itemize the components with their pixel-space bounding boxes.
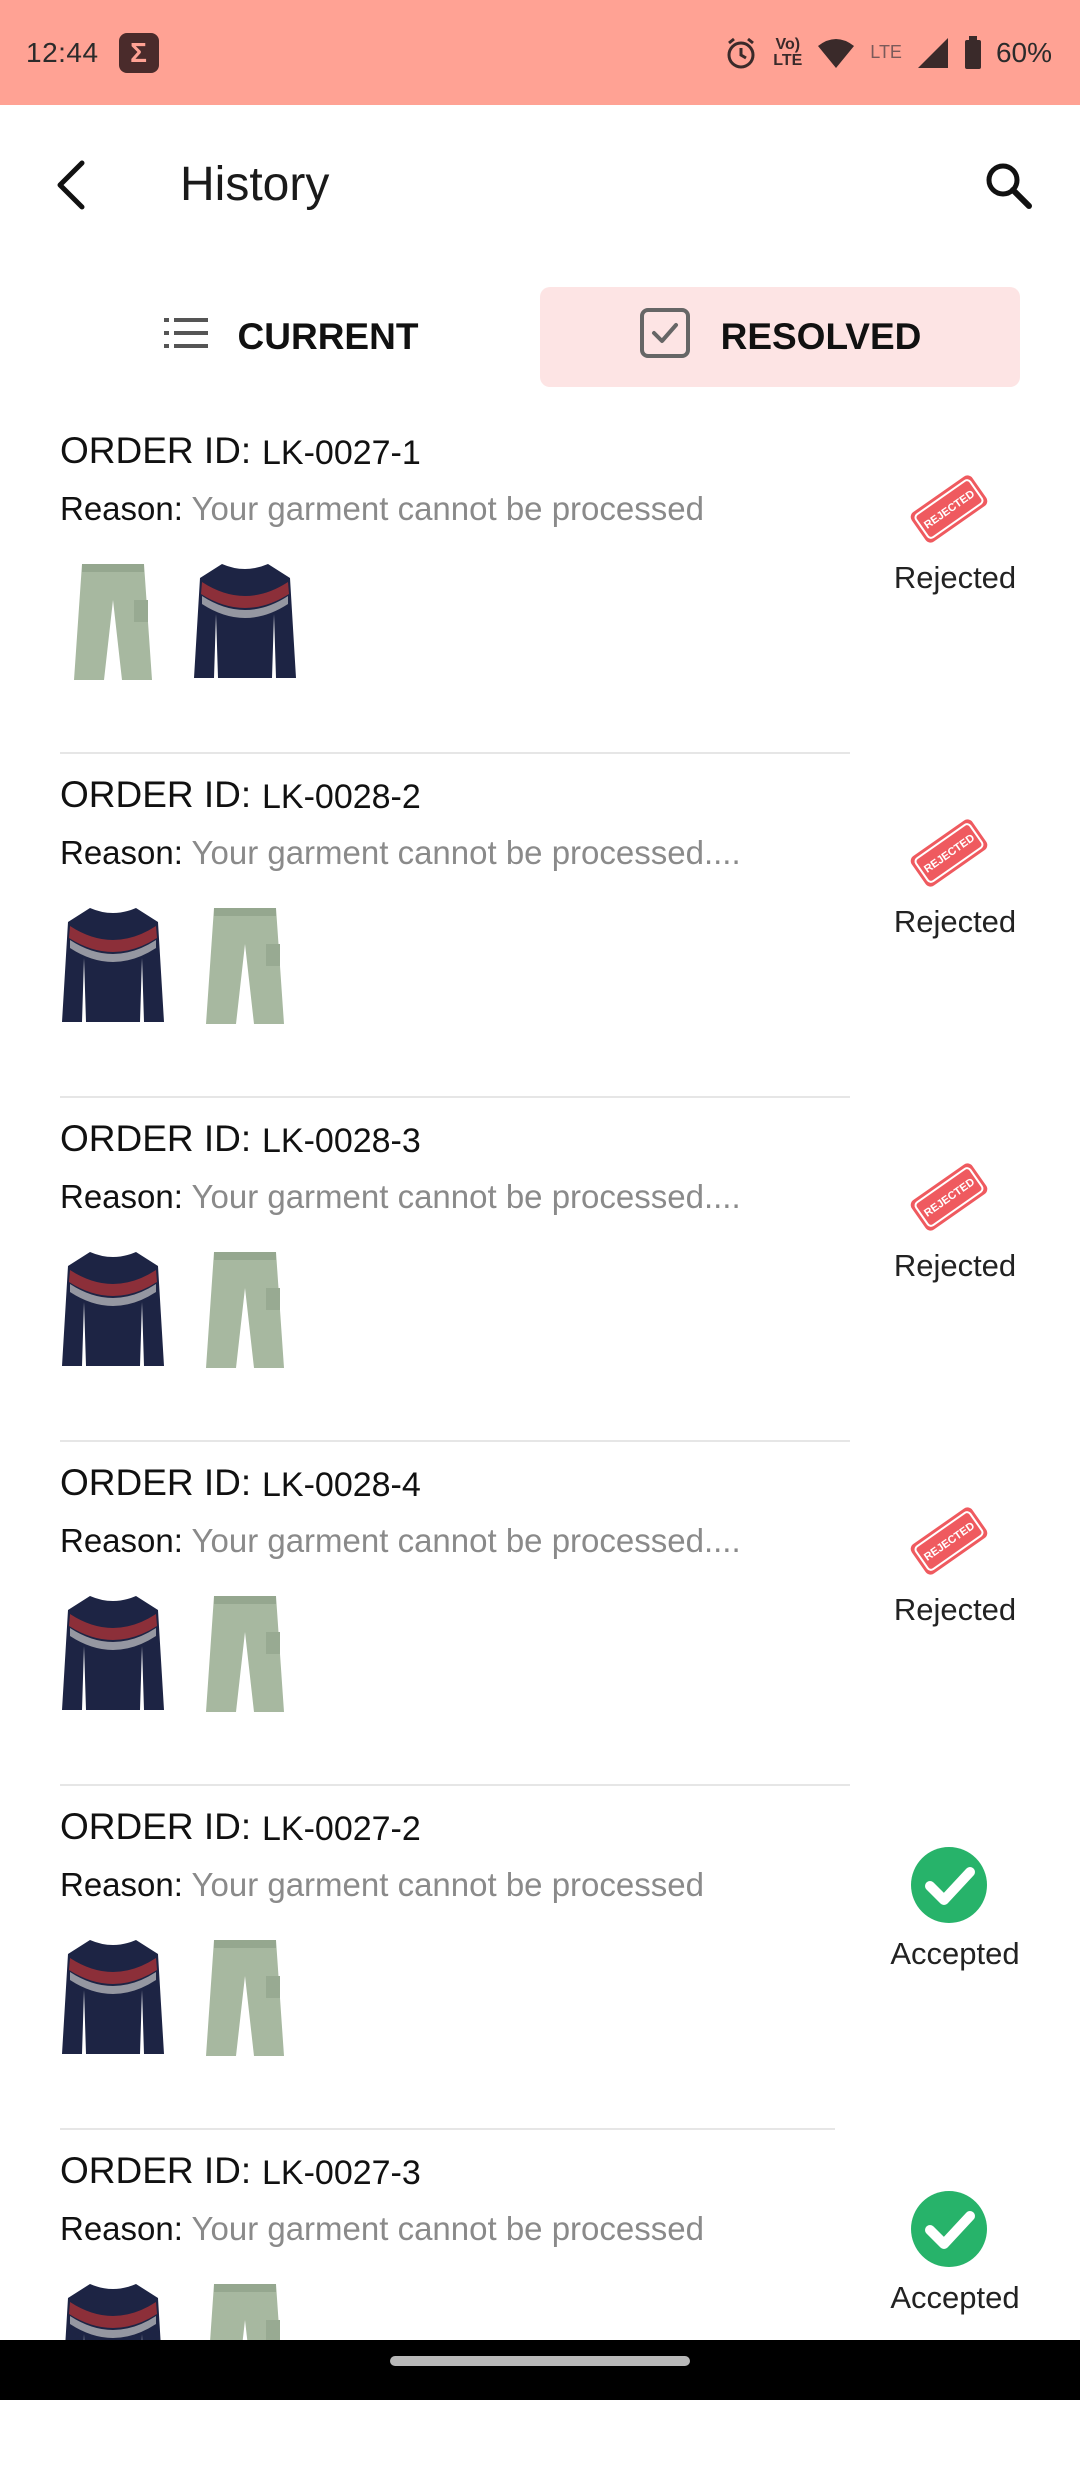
search-button[interactable] <box>978 157 1038 217</box>
pants-thumbnail[interactable] <box>192 904 298 1028</box>
rejected-stamp-icon: REJECTED <box>910 1507 988 1575</box>
pants-thumbnail[interactable] <box>192 1936 298 2060</box>
reason-row: Reason: Your garment cannot be processed… <box>60 1522 741 1560</box>
garment-thumbnails <box>60 1584 298 1716</box>
order-item[interactable]: ORDER ID: LK-0027-2 Reason: Your garment… <box>0 1786 1080 2130</box>
garment-thumbnails <box>60 1928 298 2060</box>
order-id-label: ORDER ID: <box>60 1462 252 1503</box>
rejected-stamp-icon: REJECTED <box>910 475 988 543</box>
order-item[interactable]: ORDER ID: LK-0028-4 Reason: Your garment… <box>0 1442 1080 1786</box>
app-bar: History <box>0 105 1080 265</box>
order-item[interactable]: ORDER ID: LK-0027-1 Reason: Your garment… <box>0 410 1080 754</box>
order-id-label: ORDER ID: <box>60 1806 252 1847</box>
reason-label: Reason: <box>60 490 183 527</box>
reason-text: Your garment cannot be processed.... <box>191 1178 741 1215</box>
status-label: Rejected <box>893 904 1017 939</box>
tab-bar: CURRENT RESOLVED <box>0 287 1080 387</box>
lte-label: LTE <box>870 42 902 62</box>
reason-label: Reason: <box>60 2210 183 2247</box>
order-id-label: ORDER ID: <box>60 1118 252 1159</box>
order-item[interactable]: ORDER ID: LK-0028-3 Reason: Your garment… <box>0 1098 1080 1442</box>
order-status: Accepted <box>860 1806 1050 2006</box>
status-label: Accepted <box>890 1936 1020 1971</box>
order-status: REJECTED Rejected <box>860 1462 1050 1662</box>
order-status: REJECTED Rejected <box>860 774 1050 974</box>
order-item[interactable]: ORDER ID: LK-0027-3 Reason: Your garment… <box>0 2130 1080 2473</box>
volte-icon: Vo) LTE <box>773 35 803 69</box>
order-id-label: ORDER ID: <box>60 2150 252 2191</box>
search-icon <box>982 159 1034 216</box>
order-id-value: LK-0028-2 <box>262 778 421 816</box>
wifi-icon <box>816 36 856 70</box>
back-arrow-icon <box>52 159 92 216</box>
battery-percent: 60% <box>995 36 1052 68</box>
reason-text: Your garment cannot be processed.... <box>191 834 741 871</box>
sweater-thumbnail[interactable] <box>192 560 298 684</box>
status-time: 12:44 <box>26 36 99 68</box>
rejected-stamp-icon: REJECTED <box>910 819 988 887</box>
order-item[interactable]: ORDER ID: LK-0028-2 Reason: Your garment… <box>0 754 1080 1098</box>
order-status: REJECTED Rejected <box>860 430 1050 630</box>
status-label: Rejected <box>893 560 1017 595</box>
rejected-stamp-icon: REJECTED <box>910 1163 988 1231</box>
page-title: History <box>180 158 330 211</box>
alarm-icon <box>723 35 759 71</box>
order-id-value: LK-0028-3 <box>262 1122 421 1160</box>
reason-label: Reason: <box>60 1866 183 1903</box>
reason-row: Reason: Your garment cannot be processed… <box>60 834 741 872</box>
pants-thumbnail[interactable] <box>192 1248 298 1372</box>
sweater-thumbnail[interactable] <box>60 1936 166 2060</box>
pants-thumbnail[interactable] <box>60 560 166 684</box>
list-icon <box>163 316 208 359</box>
status-bar: 12:44 Σ Vo) LTE LTE 60% <box>0 0 1080 105</box>
reason-row: Reason: Your garment cannot be processed… <box>60 1178 741 1216</box>
order-id-label: ORDER ID: <box>60 430 252 471</box>
home-gesture-handle[interactable] <box>390 2356 690 2366</box>
order-status: REJECTED Rejected <box>860 1118 1050 1318</box>
order-status: Accepted <box>860 2150 1050 2350</box>
status-bar-right: Vo) LTE LTE 60% <box>723 35 1052 71</box>
accepted-check-icon <box>911 2191 987 2267</box>
order-id-value: LK-0027-3 <box>262 2154 421 2192</box>
garment-thumbnails <box>60 552 298 684</box>
status-label: Accepted <box>890 2280 1020 2315</box>
order-id-value: LK-0028-4 <box>262 1466 421 1504</box>
reason-label: Reason: <box>60 1522 183 1559</box>
sweater-thumbnail[interactable] <box>60 904 166 1028</box>
tab-current-label: CURRENT <box>237 316 419 357</box>
reason-text: Your garment cannot be processed <box>191 2210 704 2247</box>
battery-icon <box>964 35 982 70</box>
tab-resolved-label: RESOLVED <box>720 316 922 357</box>
status-label: Rejected <box>893 1592 1017 1627</box>
back-button[interactable] <box>46 155 98 219</box>
order-id-label: ORDER ID: <box>60 774 252 815</box>
tab-current[interactable]: CURRENT <box>56 287 526 387</box>
reason-text: Your garment cannot be processed <box>191 1866 704 1903</box>
volte-text-top: Vo) <box>775 35 801 53</box>
status-label: Rejected <box>893 1248 1017 1283</box>
reason-row: Reason: Your garment cannot be processed <box>60 2210 704 2248</box>
reason-text: Your garment cannot be processed <box>191 490 704 527</box>
order-id-value: LK-0027-2 <box>262 1810 421 1848</box>
garment-thumbnails <box>60 1240 298 1372</box>
system-nav-bar <box>0 2340 1080 2400</box>
checkbox-icon <box>639 307 691 368</box>
volte-text-bottom: LTE <box>773 51 803 69</box>
sweater-thumbnail[interactable] <box>60 1592 166 1716</box>
status-bar-left: 12:44 Σ <box>26 32 159 73</box>
signal-icon <box>916 36 950 70</box>
reason-label: Reason: <box>60 834 183 871</box>
order-id-value: LK-0027-1 <box>262 434 421 472</box>
reason-row: Reason: Your garment cannot be processed <box>60 1866 704 1904</box>
accepted-check-icon <box>911 1847 987 1923</box>
reason-text: Your garment cannot be processed.... <box>191 1522 741 1559</box>
reason-label: Reason: <box>60 1178 183 1215</box>
reason-row: Reason: Your garment cannot be processed <box>60 490 704 528</box>
tab-resolved[interactable]: RESOLVED <box>540 287 1020 387</box>
pants-thumbnail[interactable] <box>192 1592 298 1716</box>
sigma-icon: Σ <box>118 32 159 73</box>
garment-thumbnails <box>60 896 298 1028</box>
sweater-thumbnail[interactable] <box>60 1248 166 1372</box>
